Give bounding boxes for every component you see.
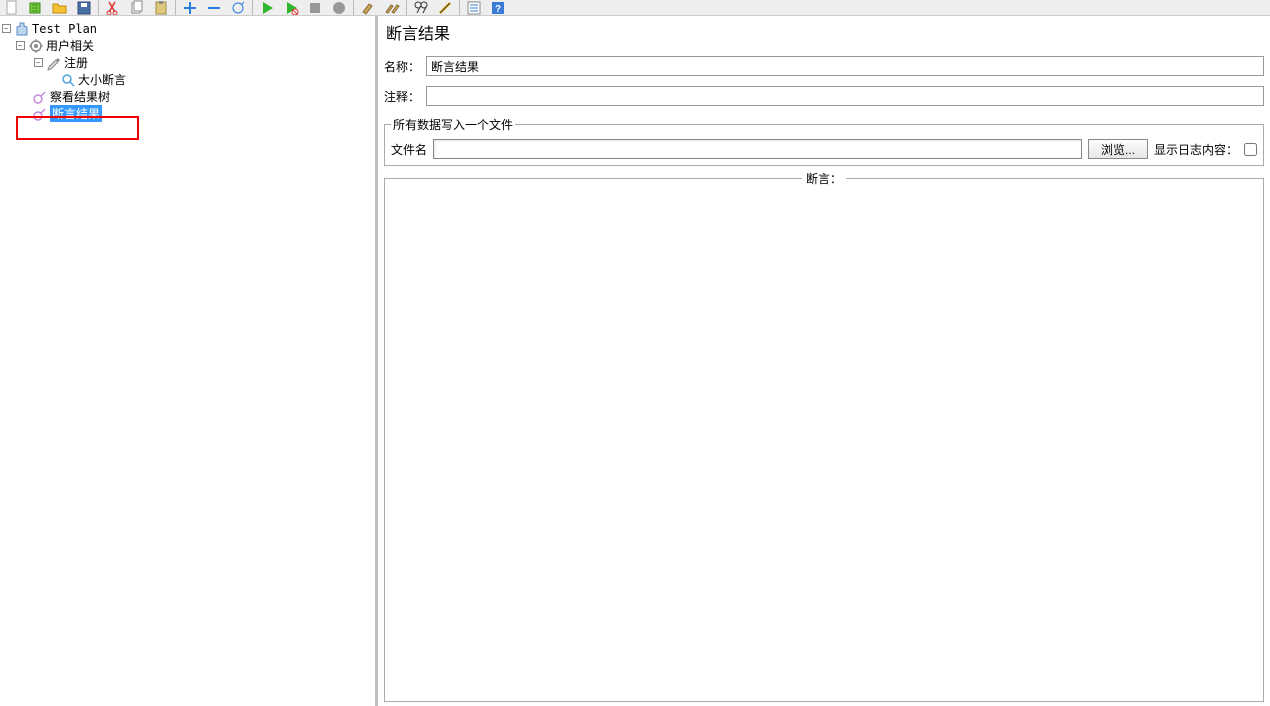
save-icon[interactable] [74, 0, 94, 16]
help-icon[interactable]: ? [488, 0, 508, 16]
log-content-label: 显示日志内容： [1154, 141, 1238, 158]
tree-label: Test Plan [32, 22, 97, 36]
file-group: 所有数据写入一个文件 文件名 浏览... 显示日志内容： [384, 116, 1264, 166]
clear-all-icon[interactable] [382, 0, 402, 16]
tree-node-testplan[interactable]: − Test Plan [0, 20, 375, 37]
tree-panel: − Test Plan − 用户相关 − 注册 大小断言 [0, 16, 378, 706]
listener-icon [32, 106, 48, 122]
tree-node-assertion[interactable]: 大小断言 [0, 71, 375, 88]
threadgroup-icon [28, 38, 44, 54]
tree-label: 注册 [64, 54, 88, 71]
collapse-toggle[interactable]: − [14, 40, 26, 52]
paste-icon[interactable] [151, 0, 171, 16]
clear-icon[interactable] [358, 0, 378, 16]
assert-body [389, 191, 1259, 697]
function-helper-icon[interactable] [464, 0, 484, 16]
templates-icon[interactable] [26, 0, 46, 16]
tree-node-listener-assertion[interactable]: 断言结果 [0, 105, 375, 122]
search-icon[interactable] [411, 0, 431, 16]
name-row: 名称： [384, 56, 1264, 76]
tree-label: 断言结果 [50, 105, 102, 122]
collapse-toggle[interactable]: − [32, 57, 44, 69]
tree-node-listener-tree[interactable]: 察看结果树 [0, 88, 375, 105]
toggle-icon[interactable] [228, 0, 248, 16]
comment-label: 注释： [384, 88, 426, 105]
assert-group-legend: 断言： [802, 170, 846, 187]
search-reset-icon[interactable] [435, 0, 455, 16]
testplan-icon [14, 21, 30, 37]
cut-icon[interactable] [103, 0, 123, 16]
tree-label: 大小断言 [78, 71, 126, 88]
listener-icon [32, 89, 48, 105]
content-panel: 断言结果 名称： 注释： 所有数据写入一个文件 文件名 浏览... 显示日志内容… [378, 16, 1270, 706]
toolbar: ? [0, 0, 1270, 16]
tree-node-threadgroup[interactable]: − 用户相关 [0, 37, 375, 54]
assert-group: 断言： [384, 170, 1264, 702]
sampler-icon [46, 55, 62, 71]
tree-label: 察看结果树 [50, 88, 110, 105]
name-label: 名称： [384, 58, 426, 75]
collapse-icon[interactable] [204, 0, 224, 16]
svg-text:?: ? [495, 4, 501, 15]
shutdown-icon[interactable] [329, 0, 349, 16]
log-checkbox[interactable] [1244, 143, 1257, 156]
copy-icon[interactable] [127, 0, 147, 16]
filename-label: 文件名 [391, 141, 427, 158]
open-icon[interactable] [50, 0, 70, 16]
stop-icon[interactable] [305, 0, 325, 16]
expand-icon[interactable] [180, 0, 200, 16]
name-input[interactable] [426, 56, 1264, 76]
collapse-toggle[interactable]: − [0, 23, 12, 35]
browse-button[interactable]: 浏览... [1088, 139, 1148, 159]
page-title: 断言结果 [384, 20, 1264, 44]
new-file-icon[interactable] [2, 0, 22, 16]
file-group-legend: 所有数据写入一个文件 [391, 116, 515, 133]
tree-label: 用户相关 [46, 37, 94, 54]
filename-input[interactable] [433, 139, 1082, 159]
assertion-icon [60, 72, 76, 88]
tree-node-sampler[interactable]: − 注册 [0, 54, 375, 71]
start-icon[interactable] [257, 0, 277, 16]
start-no-pause-icon[interactable] [281, 0, 301, 16]
comment-input[interactable] [426, 86, 1264, 106]
comment-row: 注释： [384, 86, 1264, 106]
